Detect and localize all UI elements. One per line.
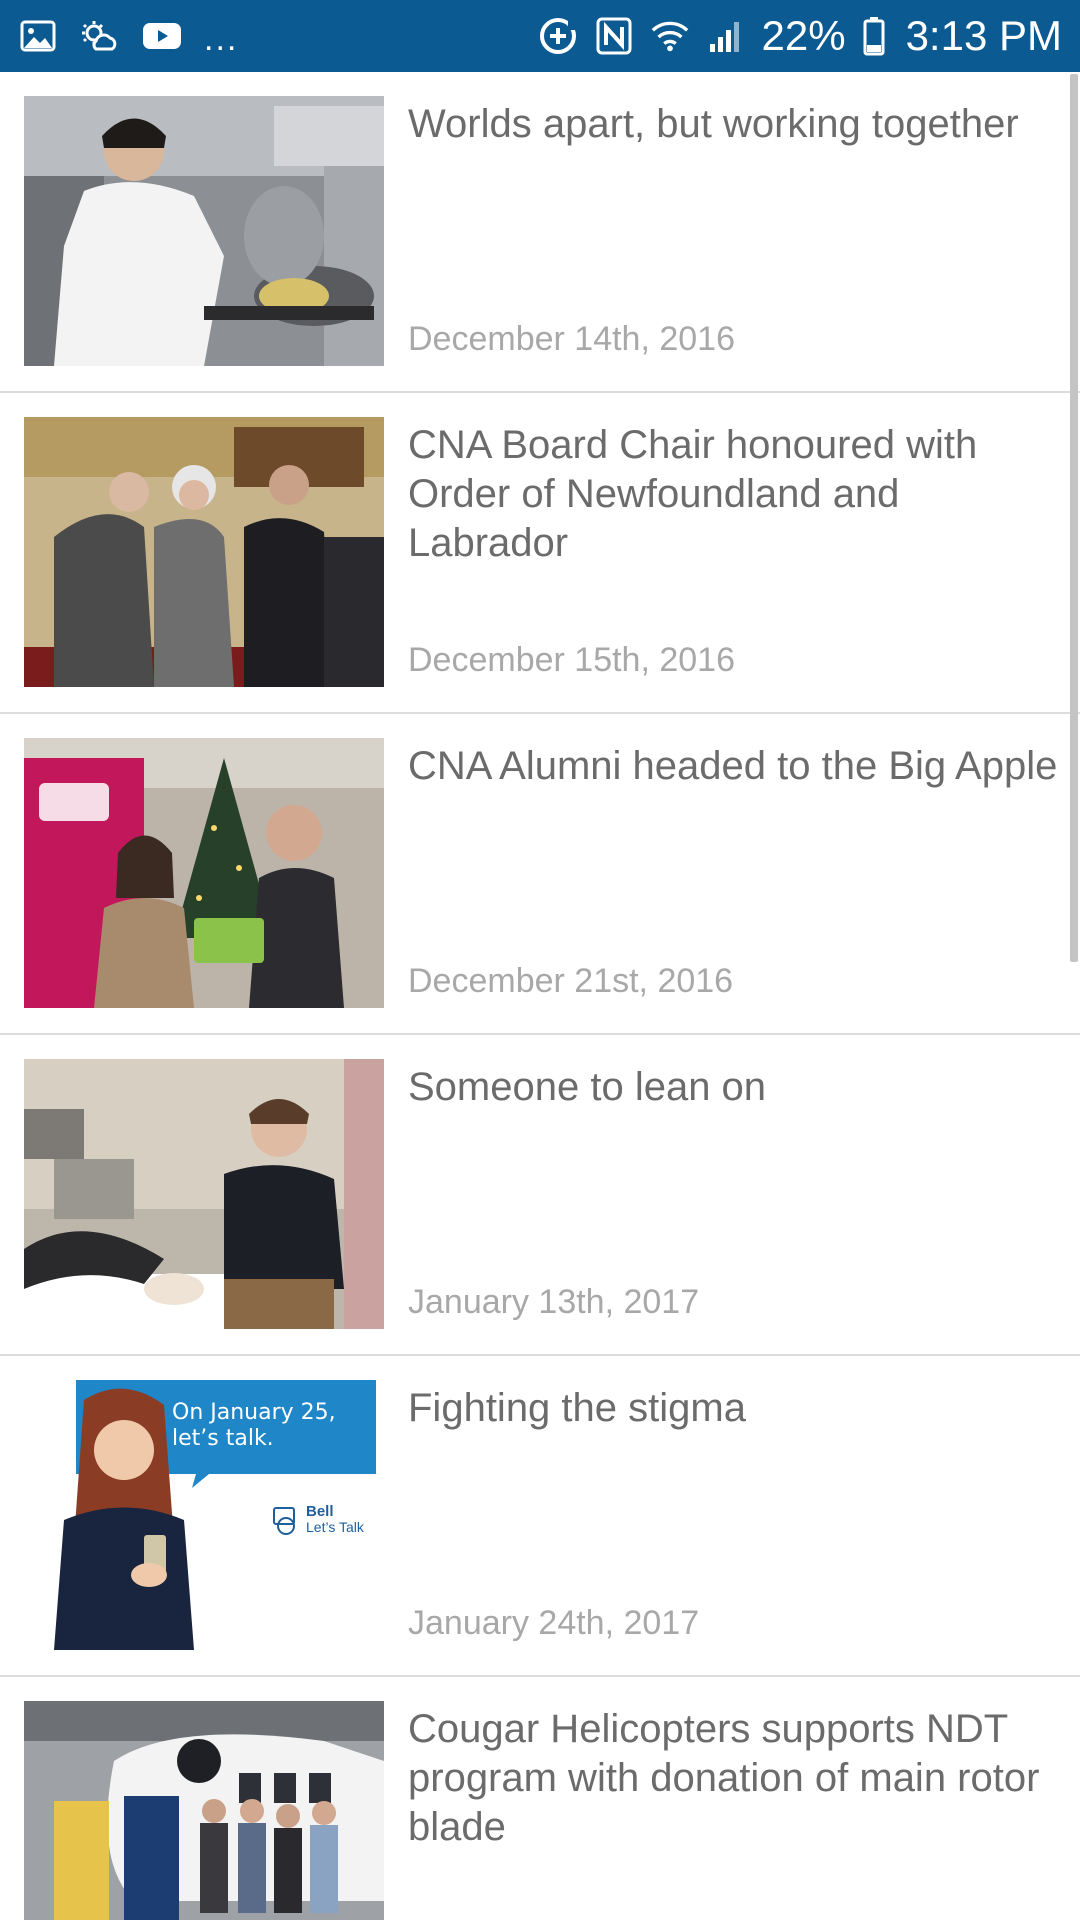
weather-icon: [80, 16, 120, 56]
news-thumbnail[interactable]: [24, 417, 384, 687]
news-title[interactable]: CNA Board Chair honoured with Order of N…: [408, 421, 1058, 568]
wifi-icon: [650, 16, 690, 56]
news-title[interactable]: Fighting the stigma: [408, 1384, 1058, 1433]
news-date: December 15th, 2016: [408, 641, 735, 679]
news-thumbnail[interactable]: On January 25, let’s talk. Bell Let’s Ta…: [24, 1380, 384, 1650]
signal-icon: [706, 16, 746, 56]
clock: 3:13 PM: [905, 12, 1062, 59]
nfc-icon: [594, 16, 634, 56]
news-date: January 13th, 2017: [408, 1283, 700, 1321]
scrollbar[interactable]: [1070, 74, 1078, 962]
news-title[interactable]: Worlds apart, but working together: [408, 100, 1058, 149]
news-item[interactable]: On January 25, let’s talk. Bell Let’s Ta…: [0, 1356, 1080, 1677]
data-saver-icon: [538, 16, 578, 56]
news-item[interactable]: Someone to lean on January 13th, 2017: [0, 1035, 1080, 1356]
news-item[interactable]: Worlds apart, but working together Decem…: [0, 72, 1080, 393]
status-bar-right: 22% 3:13 PM: [538, 15, 1062, 57]
news-date: January 24th, 2017: [408, 1604, 700, 1642]
battery-icon: [862, 16, 886, 56]
news-thumbnail[interactable]: [24, 738, 384, 1008]
lets-talk-logo-text: Let’s Talk: [306, 1519, 364, 1535]
gallery-icon: [18, 16, 58, 56]
news-item[interactable]: CNA Alumni headed to the Big Apple Decem…: [0, 714, 1080, 1035]
youtube-icon: [142, 16, 182, 56]
bubble-text: On January 25, let’s talk.: [172, 1400, 336, 1451]
battery-percent: 22%: [761, 12, 846, 59]
bell-logo-text: Bell: [306, 1503, 334, 1520]
news-item[interactable]: Cougar Helicopters supports NDT program …: [0, 1677, 1080, 1920]
news-thumbnail[interactable]: [24, 96, 384, 366]
status-bar: ... 22% 3:13 PM: [0, 0, 1080, 72]
notification-overflow: ...: [204, 20, 239, 58]
news-thumbnail[interactable]: [24, 1701, 384, 1920]
news-title[interactable]: CNA Alumni headed to the Big Apple: [408, 742, 1058, 791]
news-date: December 21st, 2016: [408, 962, 734, 1000]
news-title[interactable]: Cougar Helicopters supports NDT program …: [408, 1705, 1058, 1852]
news-list[interactable]: Worlds apart, but working together Decem…: [0, 72, 1080, 1920]
news-item[interactable]: CNA Board Chair honoured with Order of N…: [0, 393, 1080, 714]
news-thumbnail[interactable]: [24, 1059, 384, 1329]
status-bar-left: ...: [18, 16, 238, 56]
news-title[interactable]: Someone to lean on: [408, 1063, 1058, 1112]
news-date: December 14th, 2016: [408, 320, 735, 358]
